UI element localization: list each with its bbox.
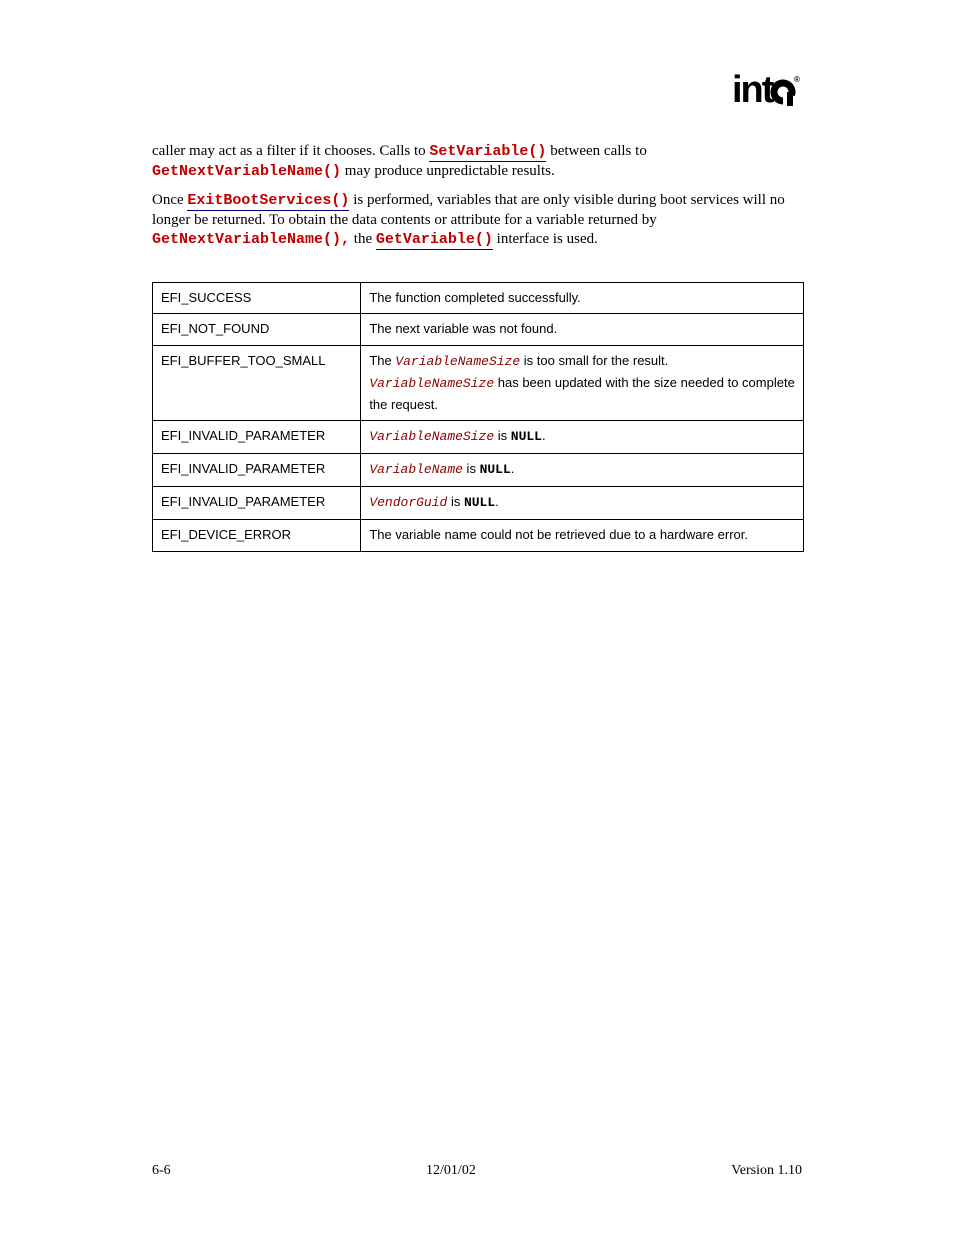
footer-date: 12/01/02 <box>426 1163 476 1179</box>
text: VariableNameSize <box>395 354 520 369</box>
status-description-cell: VendorGuid is NULL. <box>361 487 804 520</box>
status-description-cell: VariableName is NULL. <box>361 454 804 487</box>
text: . <box>542 428 546 443</box>
footer-version: Version 1.10 <box>731 1163 802 1179</box>
intel-logo: int ® <box>732 70 802 117</box>
table-row: EFI_BUFFER_TOO_SMALLThe VariableNameSize… <box>153 346 804 421</box>
text: . <box>495 494 499 509</box>
table-row: EFI_DEVICE_ERROR The variable name could … <box>153 519 804 551</box>
status-code-cell: EFI_DEVICE_ERROR <box>153 519 361 551</box>
text: between calls to <box>546 143 646 159</box>
status-description-cell: The next variable was not found. <box>361 314 804 346</box>
exitbootservices-link[interactable]: ExitBootServices() <box>187 192 349 211</box>
text: VendorGuid <box>369 495 447 510</box>
text: . <box>511 461 515 476</box>
text: is <box>463 461 480 476</box>
text: VariableName <box>369 462 463 477</box>
getnextvariablename-code: GetNextVariableName() <box>152 163 341 180</box>
setvariable-link[interactable]: SetVariable() <box>429 143 546 162</box>
text: NULL <box>511 429 542 444</box>
text: NULL <box>480 462 511 477</box>
text: VariableNameSize <box>369 429 494 444</box>
status-code-cell: EFI_INVALID_PARAMETER <box>153 487 361 520</box>
text: The variable name could not be retrieved… <box>369 527 748 542</box>
getnextvariablename-code: GetNextVariableName(), <box>152 231 350 248</box>
text: is <box>447 494 464 509</box>
text: The function completed successfully. <box>369 290 580 305</box>
text: VariableNameSize <box>369 376 494 391</box>
page-footer: 6-6 12/01/02 Version 1.10 <box>152 1163 802 1179</box>
svg-text:®: ® <box>794 75 800 84</box>
status-codes-table: EFI_SUCCESS The function completed succes… <box>152 282 804 552</box>
status-code-cell: EFI_INVALID_PARAMETER <box>153 454 361 487</box>
table-row: EFI_NOT_FOUND The next variable was not f… <box>153 314 804 346</box>
text: is <box>494 428 511 443</box>
text: interface is used. <box>493 231 598 247</box>
text: caller may act as a filter if it chooses… <box>152 143 429 159</box>
getvariable-link[interactable]: GetVariable() <box>376 231 493 250</box>
table-row: EFI_SUCCESS The function completed succes… <box>153 282 804 314</box>
paragraph-1: caller may act as a filter if it chooses… <box>152 142 804 181</box>
status-code-cell: EFI_BUFFER_TOO_SMALL <box>153 346 361 421</box>
status-description-cell: The variable name could not be retrieved… <box>361 519 804 551</box>
text: the <box>350 231 376 247</box>
text: NULL <box>464 495 495 510</box>
status-description-cell: VariableNameSize is NULL. <box>361 421 804 454</box>
text: The <box>369 353 395 368</box>
status-description-cell: The VariableNameSize is too small for th… <box>361 346 804 421</box>
status-code-cell: EFI_NOT_FOUND <box>153 314 361 346</box>
body-text: caller may act as a filter if it chooses… <box>152 142 804 552</box>
text: Once <box>152 192 187 208</box>
text: The next variable was not found. <box>369 321 557 336</box>
status-description-cell: The function completed successfully. <box>361 282 804 314</box>
table-row: EFI_INVALID_PARAMETERVariableNameSize is… <box>153 421 804 454</box>
table-row: EFI_INVALID_PARAMETERVendorGuid is NULL. <box>153 487 804 520</box>
text: may produce unpredictable results. <box>341 163 555 179</box>
status-code-cell: EFI_INVALID_PARAMETER <box>153 421 361 454</box>
footer-page-number: 6-6 <box>152 1163 171 1179</box>
status-code-cell: EFI_SUCCESS <box>153 282 361 314</box>
svg-text:int: int <box>732 70 775 110</box>
text: is too small for the result. <box>520 353 668 368</box>
paragraph-2: Once ExitBootServices() is performed, va… <box>152 191 804 250</box>
table-row: EFI_INVALID_PARAMETERVariableName is NUL… <box>153 454 804 487</box>
